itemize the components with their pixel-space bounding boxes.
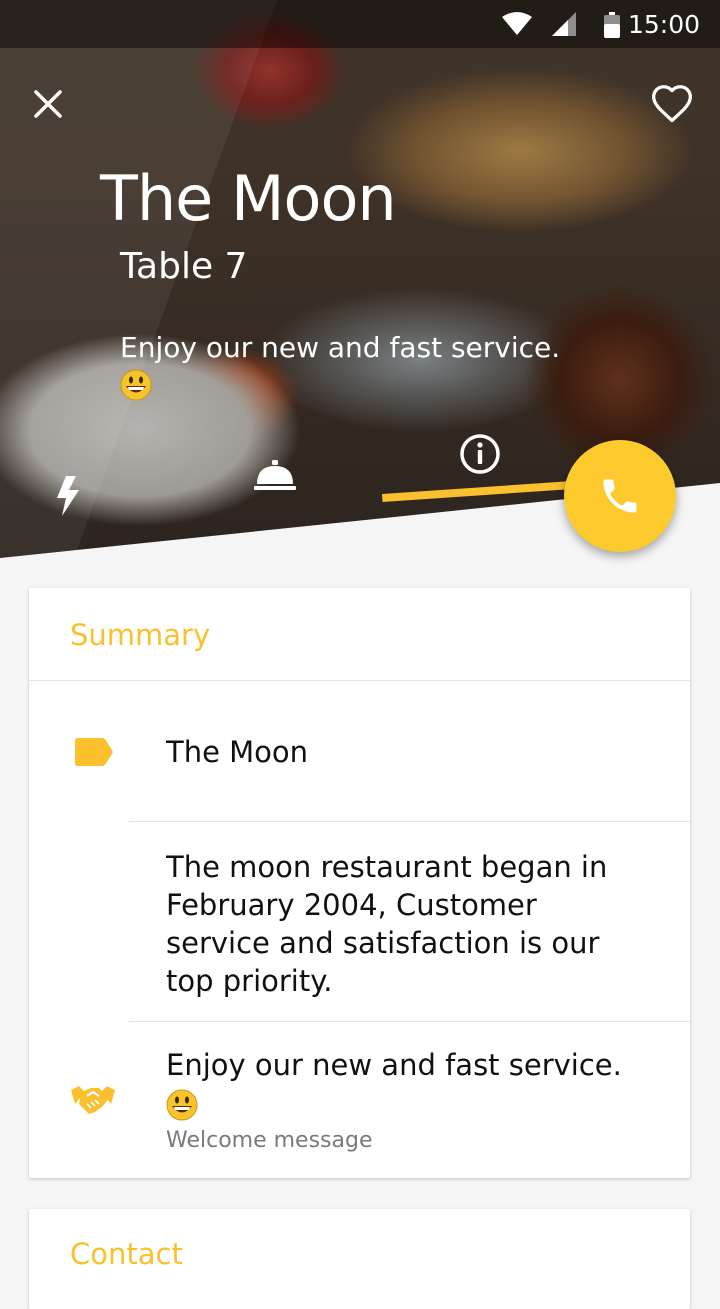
tab-menu[interactable] [252,458,298,496]
welcome-message-text: Enjoy our new and fast service. [166,1048,622,1082]
grinning-emoji-icon [120,369,152,401]
summary-card: Summary The Moon The moon restaurant beg… [29,588,690,1178]
description-row: The moon restaurant began in February 20… [29,822,690,1022]
table-label: Table 7 [120,246,248,287]
phone-icon [603,479,637,513]
handshake-icon [71,1086,115,1114]
status-time: 15:00 [627,10,700,39]
restaurant-name-value: The Moon [166,735,309,769]
heart-outline-icon [652,85,692,123]
close-icon [34,90,62,118]
summary-header: Summary [29,588,690,681]
tab-info[interactable] [458,432,502,480]
contact-title: Contact [70,1237,183,1271]
flash-icon [57,476,79,516]
grinning-emoji-icon [166,1089,198,1121]
battery-icon [604,12,620,38]
welcome-caption: Welcome message [166,1128,373,1153]
info-icon [460,434,500,474]
signal-icon [552,12,576,36]
restaurant-description: The moon restaurant began in February 20… [166,850,608,998]
contact-header: Contact [29,1209,690,1301]
summary-title: Summary [70,618,211,652]
welcome-row: Enjoy our new and fast service. Welcome … [29,1022,690,1179]
contact-card: Contact [29,1209,690,1309]
status-bar: 15:00 [0,0,720,48]
close-button[interactable] [28,84,68,124]
favorite-button[interactable] [650,82,694,126]
hero-tagline-text: Enjoy our new and fast service. [120,331,561,364]
welcome-message: Enjoy our new and fast service. [166,1046,636,1122]
tab-flash[interactable] [52,474,82,522]
name-row: The Moon [29,681,690,822]
label-tag-icon [75,738,113,766]
hero-tagline: Enjoy our new and fast service. [120,330,600,402]
call-button[interactable] [564,440,676,552]
wifi-icon [502,12,532,35]
room-service-icon [254,460,296,490]
restaurant-title: The Moon [100,162,397,235]
